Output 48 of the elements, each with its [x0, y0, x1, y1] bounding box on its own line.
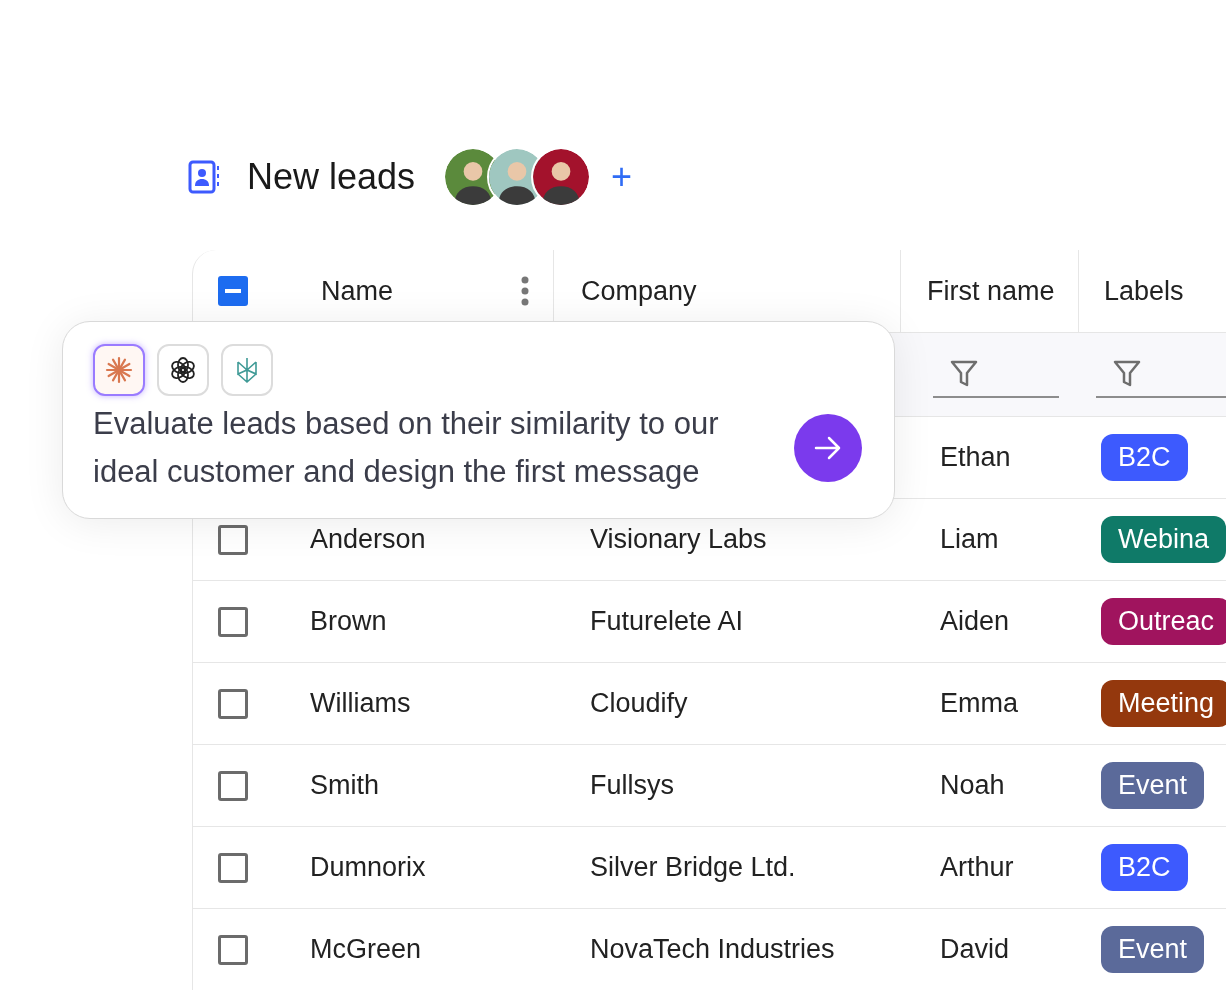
- row-checkbox[interactable]: [218, 770, 248, 801]
- table-cell: Futurelete AI: [590, 606, 744, 637]
- table-cell: Brown: [310, 606, 387, 637]
- table-cell: NovaTech Industries: [590, 934, 835, 965]
- add-member-button[interactable]: +: [611, 159, 633, 195]
- column-header: Labels: [1104, 274, 1184, 308]
- table-cell: Arthur: [940, 852, 1014, 883]
- table-cell: Anderson: [310, 524, 426, 555]
- table-cell: Fullsys: [590, 770, 674, 801]
- table-cell: Noah: [940, 770, 1005, 801]
- table-cell: Liam: [940, 524, 999, 555]
- table-cell: Visionary Labs: [590, 524, 767, 555]
- row-checkbox[interactable]: [218, 606, 248, 637]
- wings-icon: [234, 356, 260, 384]
- filter-icon: [1112, 358, 1142, 389]
- select-all-checkbox[interactable]: [218, 276, 248, 306]
- table-cell: Cloudify: [590, 688, 688, 719]
- table-cell: McGreen: [310, 934, 422, 965]
- row-checkbox[interactable]: [218, 934, 248, 965]
- label-tag: B2C: [1101, 844, 1188, 891]
- row-checkbox[interactable]: [218, 852, 248, 883]
- label-tag: Outreac: [1101, 598, 1226, 645]
- more-vertical-icon[interactable]: [521, 276, 529, 306]
- table-cell: Dumnorix: [310, 852, 426, 883]
- label-tag: Webina: [1101, 516, 1226, 563]
- column-header: Company: [581, 274, 697, 308]
- table-cell: Emma: [940, 688, 1018, 719]
- column-header: Name: [321, 274, 394, 308]
- label-tag: Event: [1101, 926, 1205, 973]
- arrow-right-icon: [814, 436, 842, 460]
- knot-icon: [169, 356, 197, 384]
- contact-book-icon: [188, 160, 220, 194]
- label-tag: B2C: [1101, 434, 1188, 481]
- prompt-text: Evaluate leads based on their similarity to our ideal customer and design the first message: [93, 405, 720, 491]
- table-cell: Smith: [310, 770, 380, 801]
- column-header: First name: [927, 274, 1055, 308]
- table-cell: David: [940, 934, 1010, 965]
- filter-icon: [949, 358, 979, 389]
- label-tag: Meeting: [1101, 680, 1226, 727]
- page-title: New leads: [247, 155, 416, 199]
- table-cell: Silver Bridge Ltd.: [590, 852, 796, 883]
- starburst-icon: [105, 356, 133, 384]
- table-cell: Aiden: [940, 606, 1010, 637]
- row-checkbox[interactable]: [218, 524, 248, 555]
- table-cell: Williams: [310, 688, 411, 719]
- table-cell: Ethan: [940, 442, 1011, 473]
- label-tag: Event: [1101, 762, 1205, 809]
- row-checkbox[interactable]: [218, 688, 248, 719]
